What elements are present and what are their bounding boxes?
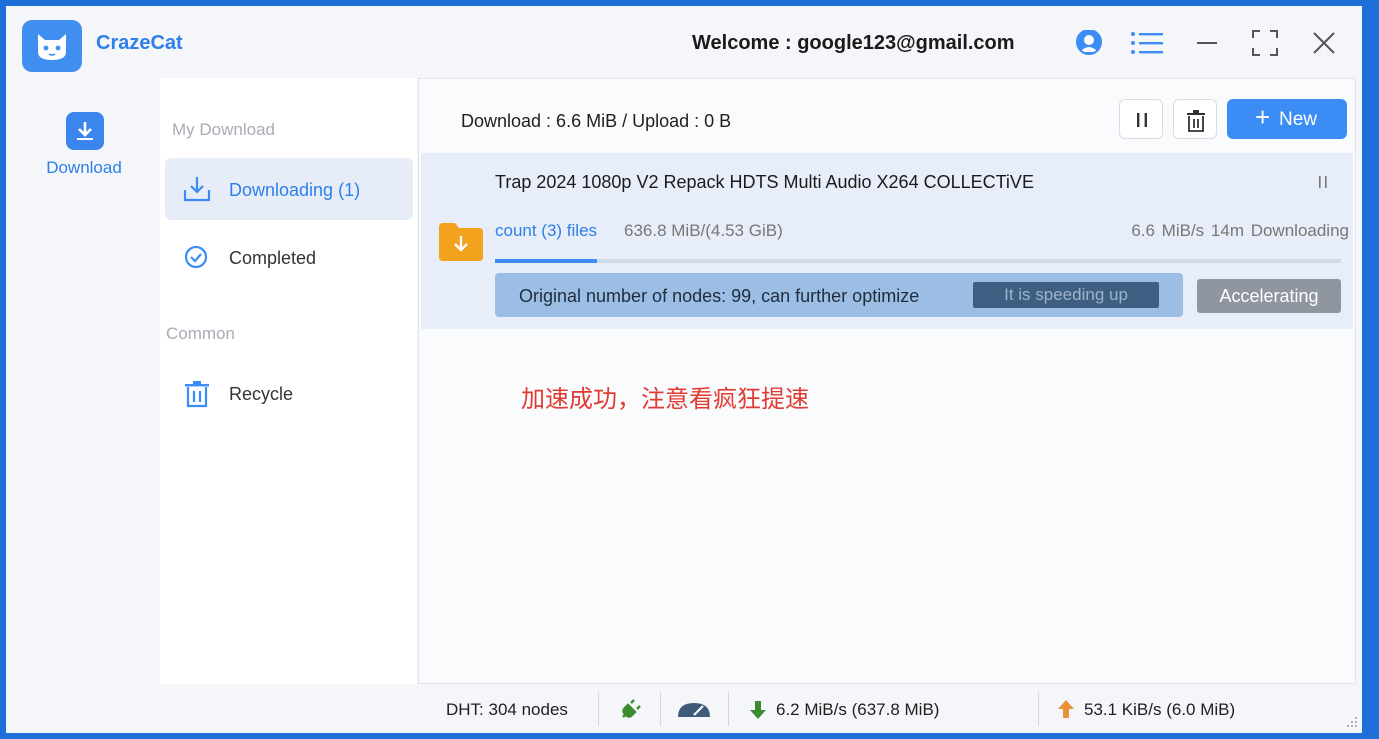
files-count-link[interactable]: count (3) files: [495, 221, 597, 241]
sidebar-item-recycle[interactable]: Recycle: [165, 362, 413, 424]
title-bar: CrazeCat Welcome : google123@gmail.com: [6, 6, 1362, 78]
plugin-icon[interactable]: [620, 698, 642, 720]
task-size: 636.8 MiB/(4.53 GiB): [624, 221, 783, 240]
sidebar-item-label: Downloading (1): [229, 180, 361, 200]
pause-icon: [1137, 113, 1147, 127]
close-icon[interactable]: [1312, 30, 1336, 56]
delete-button[interactable]: [1173, 99, 1217, 139]
new-task-button[interactable]: + New: [1227, 99, 1347, 139]
status-bar: DHT: 304 nodes 6.2 MiB/s (637.8 MiB) 53.…: [418, 684, 1362, 733]
folder-download-icon: [439, 223, 483, 261]
download-arrow-icon: [750, 701, 766, 719]
trash-icon: [1187, 110, 1205, 132]
task-speed-status: 6.6 MiB/s 14m Downloading: [1131, 221, 1349, 240]
status-divider: [1038, 692, 1039, 726]
status-divider: [728, 692, 729, 726]
task-title: Trap 2024 1080p V2 Repack HDTS Multi Aud…: [495, 172, 1034, 192]
rail-download-label: Download: [46, 158, 122, 177]
status-divider: [598, 692, 599, 726]
section-my-download: My Download: [172, 120, 275, 139]
app-logo: [22, 20, 82, 72]
sidebar-item-label: Recycle: [229, 384, 294, 404]
app-name: CrazeCat: [96, 32, 183, 54]
sidebar-item-label: Completed: [229, 248, 317, 268]
left-rail: Download: [6, 78, 160, 684]
pause-all-button[interactable]: [1119, 99, 1163, 139]
acceleration-notice: 加速成功，注意看疯狂提速: [521, 385, 809, 413]
task-item[interactable]: Trap 2024 1080p V2 Repack HDTS Multi Aud…: [421, 153, 1353, 329]
main-panel: Download : 6.6 MiB / Upload : 0 B + New …: [418, 78, 1356, 684]
rail-download[interactable]: Download: [28, 112, 140, 182]
user-avatar-icon[interactable]: [1072, 30, 1106, 58]
download-box-icon: [66, 112, 104, 150]
sidebar-item-completed[interactable]: Completed: [165, 226, 413, 288]
sidebar-item-downloading[interactable]: Downloading (1): [165, 158, 413, 220]
transfer-stats: Download : 6.6 MiB / Upload : 0 B: [461, 111, 732, 131]
speeding-up-badge: It is speeding up: [973, 282, 1159, 308]
task-progress-bar: [495, 259, 1341, 263]
speed-gauge-icon[interactable]: [676, 700, 712, 718]
dht-status: DHT: 304 nodes: [446, 700, 568, 719]
upload-arrow-icon: [1058, 700, 1074, 718]
download-tray-icon: [183, 177, 211, 202]
download-speed: 6.2 MiB/s (637.8 MiB): [776, 700, 940, 719]
status-divider: [660, 692, 661, 726]
check-circle-icon: [184, 245, 208, 269]
acceleration-info: Original number of nodes: 99, can furthe…: [495, 273, 1183, 317]
app-window: CrazeCat Welcome : google123@gmail.com D…: [6, 6, 1362, 733]
menu-list-icon[interactable]: [1130, 30, 1164, 56]
cat-logo-icon: [38, 34, 66, 60]
maximize-icon[interactable]: [1252, 30, 1278, 56]
trash-icon: [185, 381, 209, 408]
minimize-icon[interactable]: [1196, 30, 1218, 56]
plus-icon: +: [1255, 102, 1271, 132]
upload-speed: 53.1 KiB/s (6.0 MiB): [1084, 700, 1236, 719]
sidebar: My Download Downloading (1) Completed Co…: [160, 78, 417, 684]
task-progress-fill: [495, 259, 597, 263]
new-task-label: New: [1279, 109, 1318, 130]
accelerating-button[interactable]: Accelerating: [1197, 279, 1341, 313]
section-common: Common: [166, 324, 235, 343]
task-pause-icon[interactable]: [1317, 175, 1329, 189]
resize-grip-icon[interactable]: [1346, 716, 1358, 728]
welcome-text: Welcome : google123@gmail.com: [692, 32, 1015, 54]
acceleration-text: Original number of nodes: 99, can furthe…: [519, 286, 920, 306]
